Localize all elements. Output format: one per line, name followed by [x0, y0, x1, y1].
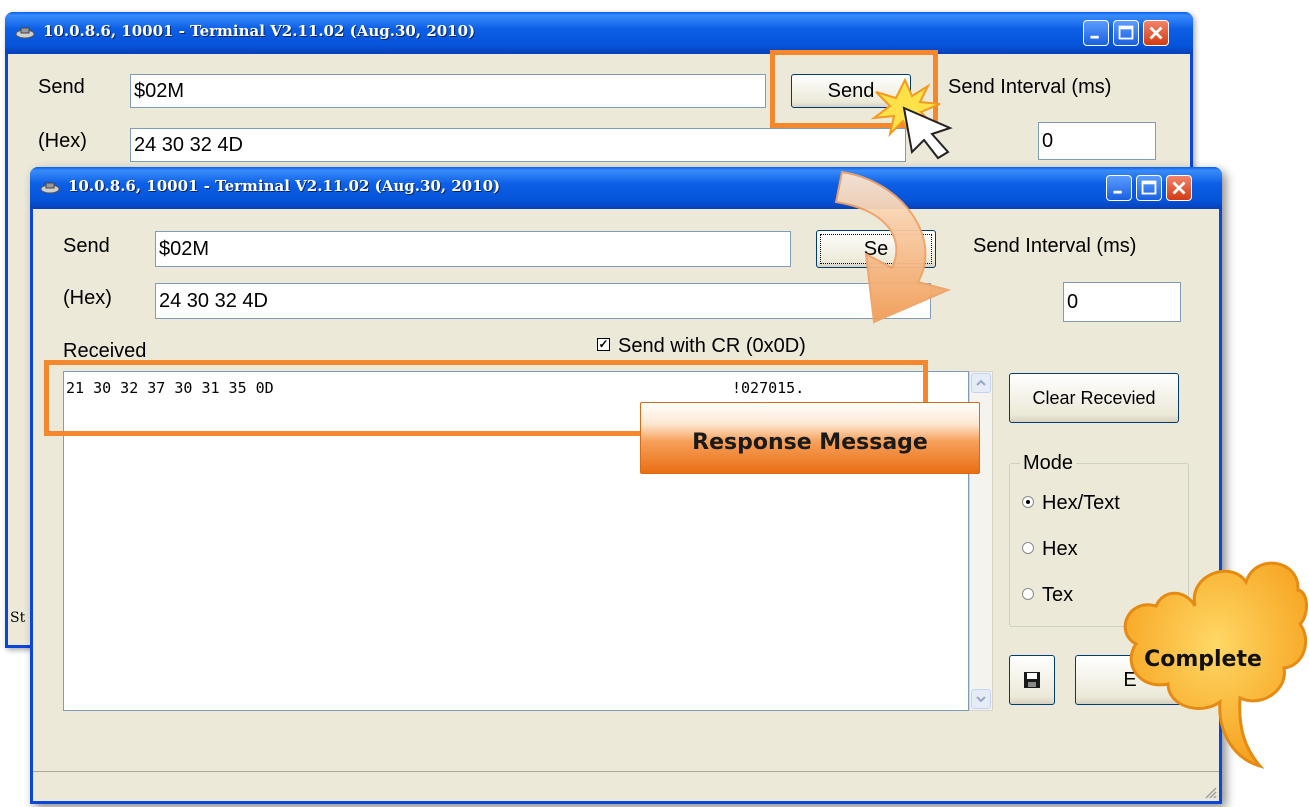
mouse-cursor-icon: [902, 106, 953, 160]
complete-label: Complete: [1144, 647, 1262, 672]
curved-arrow-icon: [834, 170, 952, 324]
annotation-overlay: [834, 77, 1308, 769]
